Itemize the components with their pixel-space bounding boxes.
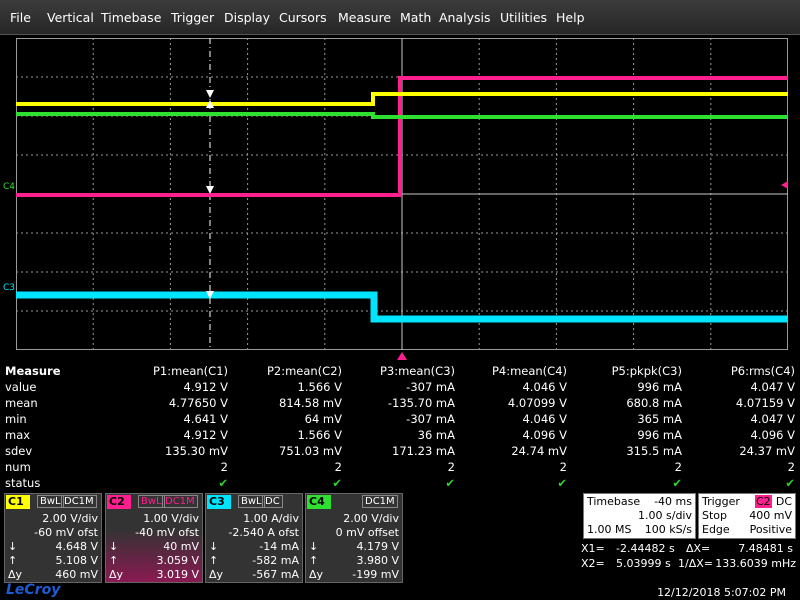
channel-tag-c2: C2 <box>107 495 131 509</box>
measure-header-p4[interactable]: P4:mean(C4) <box>492 364 567 378</box>
cursor-x1-value: -2.44482 s <box>616 542 675 555</box>
waveform-svg <box>16 38 788 350</box>
status-ok-icon: ✔ <box>785 476 795 490</box>
menu-help[interactable]: Help <box>556 10 585 25</box>
channel-box-c4[interactable]: C4 DC1M 2.00 V/div 0 mV offset ↓ 4.179 V… <box>305 493 403 583</box>
measure-row-min: min 4.641 V 64 mV -307 mA 4.046 V 365 mA… <box>5 412 795 426</box>
measure-row-max: max 4.912 V 1.566 V 36 mA 4.096 V 996 mA… <box>5 428 795 442</box>
cursor-down-icon: ↓ <box>109 540 119 553</box>
channel-box-c3[interactable]: C3 BwL DC 1.00 A/div -2.540 A ofst ↓ -14… <box>205 493 303 583</box>
cursor-up-icon: ↑ <box>109 554 119 567</box>
measure-header-p5[interactable]: P5:pkpk(C3) <box>612 364 682 378</box>
menu-analysis[interactable]: Analysis <box>439 10 491 25</box>
menu-utilities[interactable]: Utilities <box>500 10 547 25</box>
cursor-dx-value: 7.48481 s <box>738 542 793 555</box>
datetime-stamp: 12/12/2018 5:07:02 PM <box>657 586 786 599</box>
measure-row-status: status ✔ ✔ ✔ ✔ ✔ ✔ <box>5 476 795 490</box>
c4-ground-marker: C4 <box>3 182 16 192</box>
status-ok-icon: ✔ <box>557 476 567 490</box>
cursor-down-icon: ↓ <box>8 540 18 553</box>
cursor-up-icon: ↑ <box>8 554 18 567</box>
cursor-down-icon: ↓ <box>209 540 219 553</box>
status-ok-icon: ✔ <box>332 476 342 490</box>
menu-measure[interactable]: Measure <box>338 10 391 25</box>
menu-bar: File Vertical Timebase Trigger Display C… <box>0 0 800 35</box>
timebase-box[interactable]: Timebase -40 ms 1.00 s/div 1.00 MS 100 k… <box>583 493 696 539</box>
channel-tag-c3: C3 <box>207 495 231 509</box>
c3-ground-marker: C3 <box>3 283 16 293</box>
channel-tag-c4: C4 <box>307 495 331 509</box>
channel-tag-c1: C1 <box>6 495 30 509</box>
cursor-x2-value: 5.03999 s <box>616 557 671 570</box>
menu-vertical[interactable]: Vertical <box>47 10 94 25</box>
lecroy-logo: LeCroy <box>6 582 61 598</box>
measure-header-p3[interactable]: P3:mean(C3) <box>380 364 455 378</box>
status-ok-icon: ✔ <box>218 476 228 490</box>
menu-trigger[interactable]: Trigger <box>171 10 214 25</box>
status-ok-icon: ✔ <box>672 476 682 490</box>
menu-math[interactable]: Math <box>400 10 431 25</box>
menu-timebase[interactable]: Timebase <box>101 10 161 25</box>
measure-row-num: num 2 2 2 2 2 2 <box>5 460 795 474</box>
channel-box-c2[interactable]: C2 BwL DC1M 1.00 V/div -40 mV ofst ↓ 40 … <box>105 493 203 583</box>
measure-header-p6[interactable]: P6:rms(C4) <box>731 364 795 378</box>
waveform-display[interactable] <box>16 38 788 350</box>
cursor-down-icon: ↓ <box>309 540 319 553</box>
menu-display[interactable]: Display <box>224 10 270 25</box>
cursor-up-icon: ↑ <box>309 554 319 567</box>
channel-box-c1[interactable]: C1 BwL DC1M 2.00 V/div -60 mV ofst ↓ 4.6… <box>4 493 102 583</box>
measure-header-p2[interactable]: P2:mean(C2) <box>267 364 342 378</box>
measure-row-mean: mean 4.77650 V 814.58 mV -135.70 mA 4.07… <box>5 396 795 410</box>
measure-row-sdev: sdev 135.30 mV 751.03 mV 171.23 mA 24.74… <box>5 444 795 458</box>
trigger-position-marker <box>397 352 407 360</box>
cursor-freq-value: 133.6039 mHz <box>715 557 796 570</box>
measure-row-value: value 4.912 V 1.566 V -307 mA 4.046 V 99… <box>5 380 795 394</box>
menu-cursors[interactable]: Cursors <box>279 10 327 25</box>
menu-file[interactable]: File <box>10 10 31 25</box>
cursor-up-icon: ↑ <box>209 554 219 567</box>
trigger-box[interactable]: Trigger C2 DC Stop 400 mV Edge Positive <box>698 493 796 539</box>
status-ok-icon: ✔ <box>445 476 455 490</box>
measure-table: Measure P1:mean(C1) P2:mean(C2) P3:mean(… <box>0 362 800 492</box>
measure-header-p1[interactable]: P1:mean(C1) <box>153 364 228 378</box>
